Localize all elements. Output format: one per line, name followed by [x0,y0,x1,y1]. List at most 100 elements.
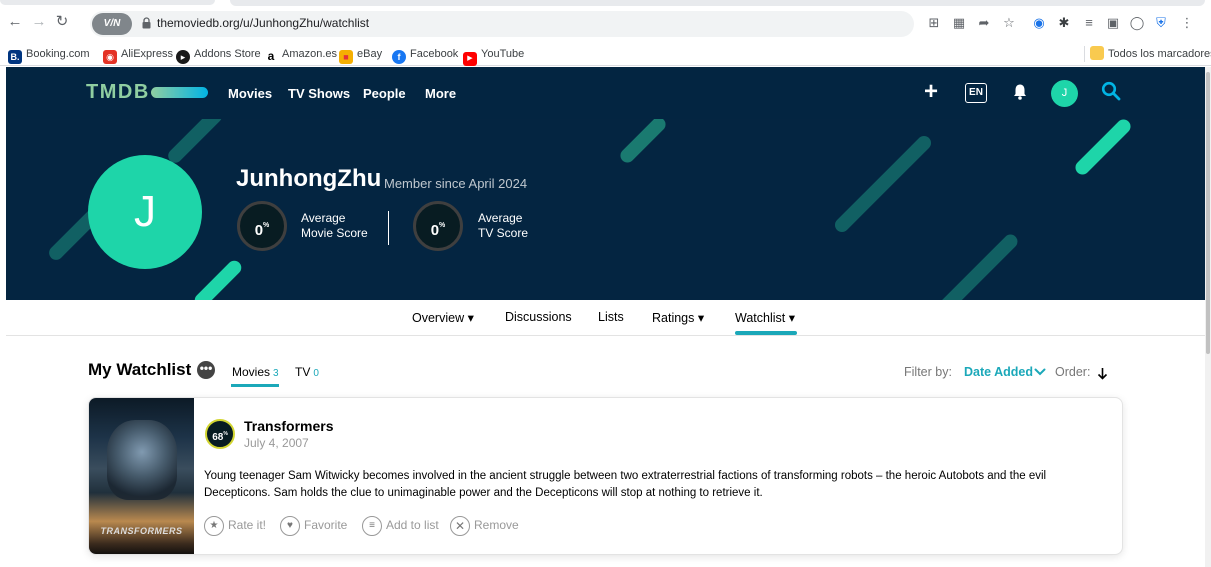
profile-subnav: Overview ▾ Discussions Lists Ratings ▾ W… [6,300,1205,336]
poster-robot-art [107,420,177,500]
bookmark-ebay[interactable]: ■ eBay [339,46,382,64]
folder-icon [1090,46,1104,60]
user-score-ring: 68% [205,419,235,449]
back-icon[interactable]: ← [6,13,24,31]
filter-dropdown[interactable]: Date Added [964,365,1033,379]
tab-strip-left [0,0,215,5]
tab-tv[interactable]: TV 0 [295,365,319,379]
tv-score-label: Average TV Score [478,211,529,240]
install-app-icon[interactable]: ⊞ [925,14,943,32]
subnav-watchlist[interactable]: Watchlist ▾ [735,310,795,325]
bookmark-star-icon[interactable]: ☆ [1000,14,1018,32]
user-avatar[interactable]: J [1051,80,1078,107]
favorite-button[interactable]: ♥ Favorite [280,514,347,536]
amazon-icon: a [264,49,278,63]
bookmark-aliexpress[interactable]: ◉ AliExpress [103,46,173,64]
close-icon: ✕ [450,515,470,536]
addons-store-icon: ▸ [176,50,190,64]
movie-poster[interactable]: TRANSFORMERS [89,398,194,554]
banner-stripe [191,257,245,300]
tmdb-page: TMDB Movies TV Shows People More + EN J … [6,67,1205,567]
tab-movies[interactable]: Movies 3 [232,365,279,379]
facebook-icon: f [392,50,406,64]
score-divider [388,211,389,245]
youtube-icon: ▶ [463,52,477,66]
bookmark-amazon[interactable]: a Amazon.es [264,46,337,63]
extension-badge-icon[interactable]: ◉ [1030,14,1048,32]
list-icon: ≡ [362,515,382,536]
nav-movies[interactable]: Movies [228,86,272,101]
movie-overview: Young teenager Sam Witwicky becomes invo… [204,470,1047,499]
star-icon: ★ [204,515,224,536]
banner-stripe [617,119,669,166]
ebay-icon: ■ [339,50,353,64]
profile-icon[interactable]: ◯ [1128,14,1146,32]
movie-score-ring: 0% [237,201,287,251]
profile-username[interactable]: JunhongZhu [236,165,381,193]
tmdb-logo[interactable]: TMDB [86,81,150,104]
chevron-down-icon[interactable] [1034,367,1046,377]
menu-kebab-icon[interactable]: ⋮ [1178,14,1196,32]
order-label: Order: [1055,365,1091,379]
subnav-active-indicator [735,331,797,335]
subnav-discussions[interactable]: Discussions [505,310,572,324]
subnav-overview[interactable]: Overview ▾ [412,310,474,325]
bookmark-booking[interactable]: B. Booking.com [8,46,90,64]
release-date: July 4, 2007 [244,436,309,450]
heart-icon: ♥ [280,515,300,536]
site-header: TMDB Movies TV Shows People More + EN J [6,67,1205,119]
remove-button[interactable]: ✕ Remove [450,514,519,536]
nav-people[interactable]: People [363,86,406,101]
filter-label: Filter by: [904,365,952,379]
watchlist-card: TRANSFORMERS 68% Transformers July 4, 20… [88,397,1123,555]
banner-stripe [925,231,1021,300]
banner-stripe [832,133,934,235]
aliexpress-icon: ◉ [103,50,117,64]
plus-icon[interactable]: + [924,79,942,105]
scrollbar-thumb[interactable] [1206,72,1210,354]
tab-active-indicator [231,384,279,387]
banner-stripe [165,119,225,166]
movie-title[interactable]: Transformers [244,418,333,434]
banner-stripe [1072,119,1134,178]
extensions-puzzle-icon[interactable]: ✱ [1055,14,1073,32]
all-bookmarks[interactable]: Todos los marcadores [1090,46,1211,62]
browser-toolbar: ← → ↻ V/⁠N themoviedb.org/u/JunhongZhu/w… [0,0,1211,42]
watchlist-title: My Watchlist [88,360,192,379]
tv-score-ring: 0% [413,201,463,251]
bookmark-addons-store[interactable]: ▸ Addons Store [176,46,261,64]
nav-more[interactable]: More [425,86,456,101]
more-options-icon[interactable]: ••• [197,361,215,379]
member-since: Member since April 2024 [384,176,528,191]
reading-list-icon[interactable]: ≡ [1080,14,1098,32]
poster-title-text: TRANSFORMERS [100,526,183,536]
bookmark-facebook[interactable]: f Facebook [392,46,458,64]
tab-strip-right [230,0,1205,6]
bell-icon[interactable] [1012,83,1028,101]
rate-button[interactable]: ★ Rate it! [204,514,266,536]
bookmarks-divider [1084,46,1085,62]
lock-icon[interactable] [142,17,151,29]
add-to-list-button[interactable]: ≡ Add to list [362,514,439,536]
translate-icon[interactable]: ▦ [950,14,968,32]
booking-icon: B. [8,50,22,64]
profile-avatar: J [88,155,202,269]
bookmark-youtube[interactable]: ▶ YouTube [463,46,524,66]
address-bar[interactable]: V/⁠N themoviedb.org/u/JunhongZhu/watchli… [90,11,914,37]
url-text[interactable]: themoviedb.org/u/JunhongZhu/watchlist [157,16,369,30]
subnav-ratings[interactable]: Ratings ▾ [652,310,704,325]
language-button[interactable]: EN [965,83,987,103]
vpn-badge[interactable]: V/⁠N [92,13,132,35]
bookmarks-bar: B. Booking.com ◉ AliExpress ▸ Addons Store … [0,42,1211,66]
side-panel-icon[interactable]: ▣ [1104,14,1122,32]
forward-icon[interactable]: → [30,13,48,31]
shield-icon[interactable]: ⛨ [1152,14,1170,32]
share-icon[interactable]: ➦ [975,14,993,32]
sort-down-arrow-icon[interactable] [1097,367,1108,380]
tmdb-logo-pill[interactable] [151,87,208,98]
subnav-lists[interactable]: Lists [598,310,624,324]
profile-banner: J JunhongZhu Member since April 2024 0% … [6,119,1205,300]
nav-tv-shows[interactable]: TV Shows [288,86,350,101]
search-icon[interactable] [1101,81,1121,101]
reload-icon[interactable]: ↻ [53,13,71,31]
